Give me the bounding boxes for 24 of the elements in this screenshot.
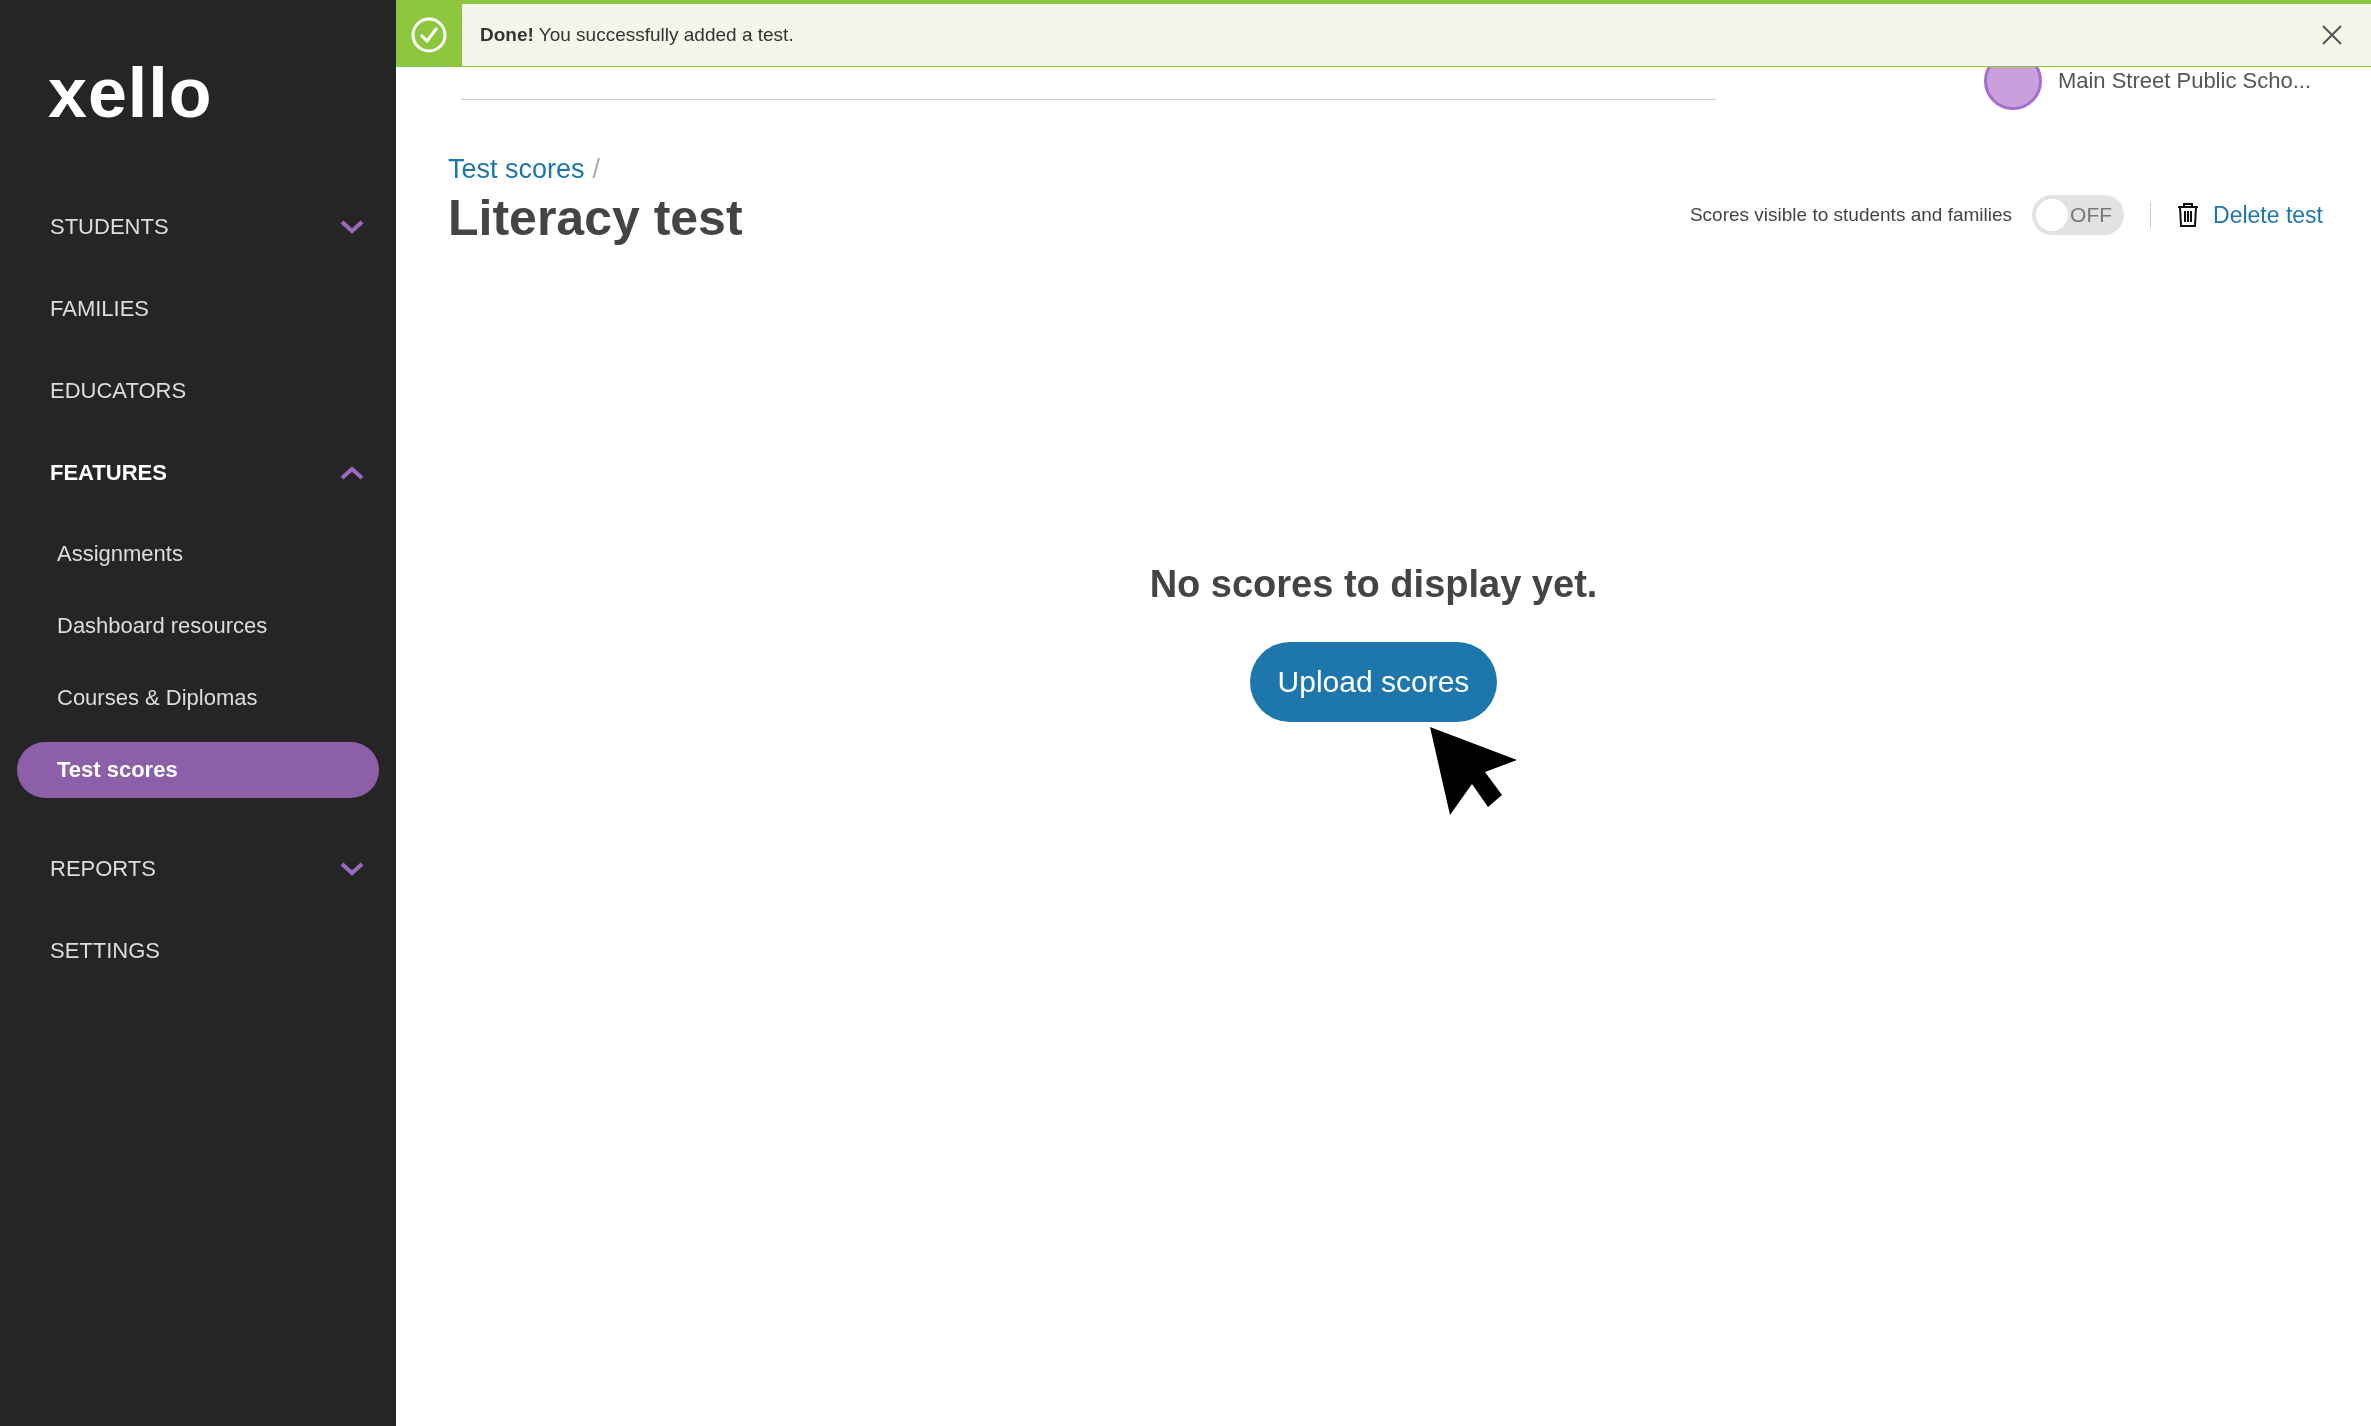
chevron-icon — [340, 220, 364, 234]
nav-item[interactable]: EDUCATORS — [0, 350, 396, 432]
banner-message: Done! You successfully added a test. — [480, 24, 795, 46]
nav-subitem[interactable]: Dashboard resources — [17, 598, 379, 654]
nav-item[interactable]: SETTINGS — [0, 910, 396, 992]
breadcrumb-separator: / — [592, 154, 601, 185]
upload-scores-button[interactable]: Upload scores — [1249, 642, 1498, 722]
nav-item[interactable]: REPORTS — [0, 828, 396, 910]
nav-item[interactable]: STUDENTS — [0, 186, 396, 268]
toggle-label: Scores visible to students and families — [1689, 204, 2013, 226]
chevron-icon — [340, 466, 364, 480]
nav-subitem[interactable]: Courses & Diplomas — [17, 670, 379, 726]
nav-subitem[interactable]: Assignments — [17, 526, 379, 582]
nav-item[interactable]: FEATURES — [0, 432, 396, 514]
chevron-icon — [340, 862, 364, 876]
delete-test-link[interactable]: Delete test — [2177, 201, 2323, 229]
breadcrumb-link[interactable]: Test scores — [448, 154, 585, 185]
trash-icon — [2177, 202, 2200, 228]
page-title: Literacy test — [448, 189, 743, 247]
school-name[interactable]: Main Street Public Scho... — [2057, 68, 2311, 94]
empty-message: No scores to display yet. — [1149, 563, 1598, 606]
xello-logo: xello — [48, 58, 214, 128]
nav-subitem[interactable]: Test scores — [17, 742, 379, 798]
nav-item[interactable]: FAMILIES — [0, 268, 396, 350]
